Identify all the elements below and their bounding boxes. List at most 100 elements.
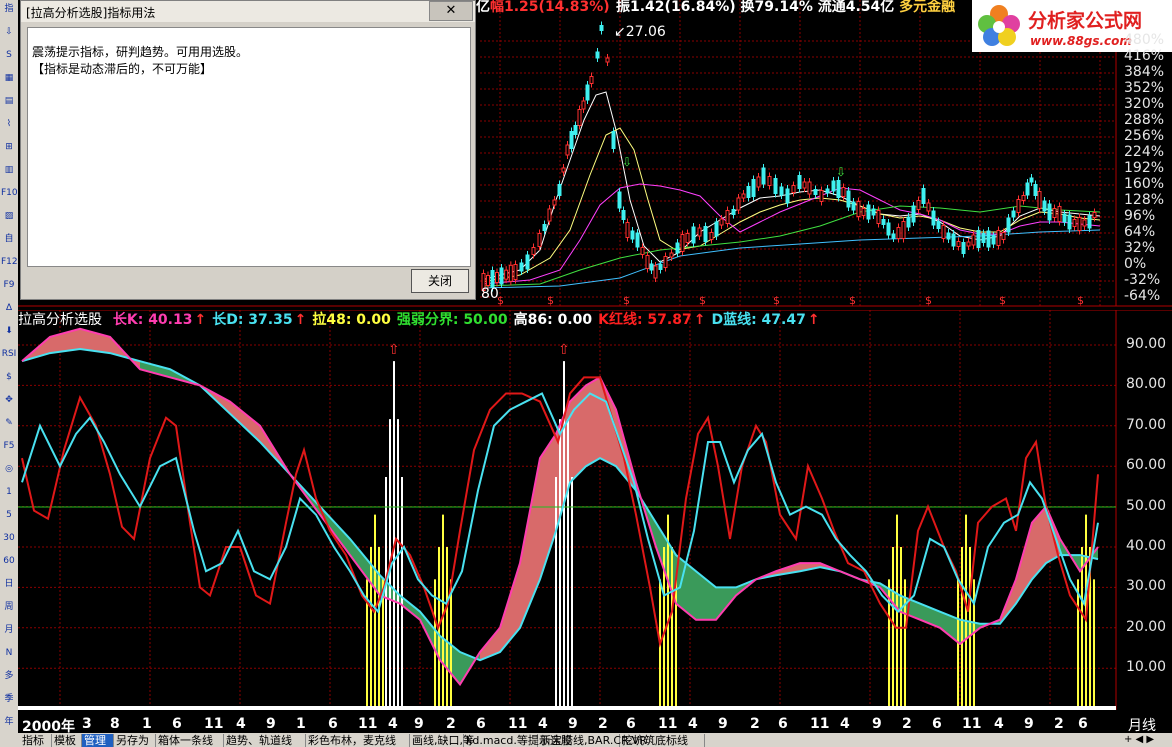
indicator-axis-label: 50.00 (1126, 497, 1167, 514)
toolbar-button-5[interactable]: ⌇ (1, 115, 17, 134)
indicator-usage-dialog: [拉高分析选股]指标用法 ✕ 震荡提示指标，研判趋势。可用用选股。 【指标是动态… (20, 0, 476, 300)
toolbar-button-13[interactable]: ∆ (1, 299, 17, 318)
tab-0[interactable]: 指标 (20, 734, 52, 747)
tab-1[interactable]: 模板 (52, 734, 82, 747)
price-axis-label: 480% (1124, 32, 1165, 48)
price-axis-label: 0% (1124, 256, 1147, 272)
price-axis-label: 32% (1124, 240, 1156, 256)
date-axis-label: 2 (446, 716, 456, 732)
period-label[interactable]: 月线 (1128, 715, 1156, 735)
toolbar-button-15[interactable]: RSI (1, 345, 17, 364)
toolbar-button-30[interactable]: 季 (1, 690, 17, 709)
dialog-text-area[interactable]: 震荡提示指标，研判趋势。可用用选股。 【指标是动态滞后的，不可万能】 (27, 27, 471, 267)
up-arrow-icon: ↑ (194, 312, 207, 328)
svg-text:$: $ (849, 294, 856, 307)
date-axis-label: 2 (902, 716, 912, 732)
price-axis-label: 224% (1124, 144, 1165, 160)
indicator-legend-item-6: D蓝线: 47.47 (711, 312, 806, 328)
toolbar-button-18[interactable]: ✎ (1, 414, 17, 433)
indicator-legend-item-4: 高86: 0.00 (513, 312, 593, 328)
header-amplitude: 振1.42(16.84%) (616, 0, 736, 15)
date-axis-label: 9 (414, 716, 424, 732)
header-sector: 多元金融 (899, 0, 956, 15)
dialog-title-bar[interactable]: [拉高分析选股]指标用法 (21, 1, 475, 22)
tab-6[interactable]: 彩色布林，麦克线 (306, 734, 410, 747)
toolbar-button-27[interactable]: 月 (1, 621, 17, 640)
price-axis-label: 192% (1124, 160, 1165, 176)
tab-9[interactable]: 新宝塔线,BAR.CR.VR (538, 734, 647, 747)
toolbar-button-29[interactable]: 多 (1, 667, 17, 686)
logo-url: www.88gs.com (1030, 34, 1132, 48)
tab-7[interactable]: 画线,缺口,等 (410, 734, 474, 747)
toolbar-button-17[interactable]: ✥ (1, 391, 17, 410)
price-axis-label: 96% (1124, 208, 1156, 224)
toolbar-button-3[interactable]: ▦ (1, 69, 17, 88)
toolbar-button-26[interactable]: 周 (1, 598, 17, 617)
dialog-close-x-button[interactable]: ✕ (429, 1, 473, 21)
toolbar-button-14[interactable]: ⬇ (1, 322, 17, 341)
stock-analysis-window: $ $ $ $ $ $ $ $ $ ⇩ ⇩ ↙27.06 80 亿幅1.25(14.83%) 振1.… (0, 0, 1172, 747)
toolbar-button-6[interactable]: ⊞ (1, 138, 17, 157)
up-arrow-icon: ↑ (294, 312, 307, 328)
up-arrow-icon: ↑ (693, 312, 706, 328)
tab-10[interactable]: 挖坑筑底标线 (620, 734, 705, 747)
indicator-axis-label: 20.00 (1126, 618, 1167, 635)
price-axis-label: -64% (1124, 288, 1161, 304)
toolbar-button-9[interactable]: ▨ (1, 207, 17, 226)
toolbar-button-0[interactable]: 指 (1, 0, 17, 19)
indicator-legend-item-5: K红线: 57.87 (598, 312, 692, 328)
toolbar-button-8[interactable]: F10 (1, 184, 18, 203)
svg-text:⇧: ⇧ (558, 342, 570, 358)
header-turnover: 换79.14% (740, 0, 813, 15)
toolbar-button-12[interactable]: F9 (1, 276, 17, 295)
toolbar-button-1[interactable]: ⇩ (1, 23, 17, 42)
date-axis-label: 6 (476, 716, 486, 732)
toolbar-button-16[interactable]: $ (1, 368, 17, 387)
toolbar-button-23[interactable]: 30 (1, 529, 17, 548)
toolbar-button-24[interactable]: 60 (1, 552, 17, 571)
toolbar-button-31[interactable]: 年 (1, 713, 17, 732)
date-axis-label: 9 (568, 716, 578, 732)
toolbar-button-21[interactable]: 1 (1, 483, 17, 502)
date-axis-label: 6 (932, 716, 942, 732)
indicator-axis-label: 60.00 (1126, 457, 1167, 474)
indicator-axis-label: 40.00 (1126, 538, 1167, 554)
indicator-axis-label: 70.00 (1126, 416, 1167, 433)
peak-price-label: ↙27.06 (614, 24, 666, 40)
indicator-legend-item-1: 长D: 37.35 (212, 312, 293, 328)
tab-2[interactable]: 管理 (82, 734, 114, 747)
tab-4[interactable]: 箱体一条线 (156, 734, 224, 747)
date-axis-label: 6 (626, 716, 636, 732)
date-axis-label: 11 (358, 716, 378, 732)
date-axis-label: 9 (718, 716, 728, 732)
toolbar-button-10[interactable]: 自 (1, 230, 17, 249)
toolbar-button-2[interactable]: S (1, 46, 17, 65)
svg-text:$: $ (699, 294, 706, 307)
price-axis-label: 352% (1124, 80, 1165, 96)
dialog-close-button[interactable]: 关闭 (411, 269, 469, 293)
low-price-label: 80 (481, 286, 499, 302)
date-axis-label: 4 (688, 716, 698, 732)
tab-5[interactable]: 趋势、轨道线 (224, 734, 306, 747)
tab-scroll-arrows[interactable]: + ◀ ▶ (1124, 734, 1154, 745)
toolbar-button-22[interactable]: 5 (1, 506, 17, 525)
header-change: 幅1.25(14.83%) (490, 0, 610, 15)
price-axis-label: 128% (1124, 192, 1165, 208)
toolbar-button-4[interactable]: ▤ (1, 92, 17, 111)
date-axis-label: 1 (142, 716, 152, 732)
date-axis-label: 8 (110, 716, 120, 732)
toolbar-button-28[interactable]: N (1, 644, 17, 663)
toolbar-button-19[interactable]: F5 (1, 437, 17, 456)
date-axis-label: 4 (388, 716, 398, 732)
tab-3[interactable]: 另存为 (114, 734, 156, 747)
indicator-name: 拉高分析选股 (18, 312, 102, 328)
indicator-axis-label: 30.00 (1126, 578, 1167, 595)
date-axis-label: 6 (172, 716, 182, 732)
toolbar-button-20[interactable]: ◎ (1, 460, 17, 479)
toolbar-button-7[interactable]: ▥ (1, 161, 17, 180)
toolbar-button-25[interactable]: 日 (1, 575, 17, 594)
tab-8[interactable]: kd.macd.等提示选股 (464, 734, 572, 747)
toolbar-button-11[interactable]: F12 (1, 253, 18, 272)
logo-title: 分析家公式网 (1028, 10, 1143, 32)
date-axis-label: 9 (266, 716, 276, 732)
